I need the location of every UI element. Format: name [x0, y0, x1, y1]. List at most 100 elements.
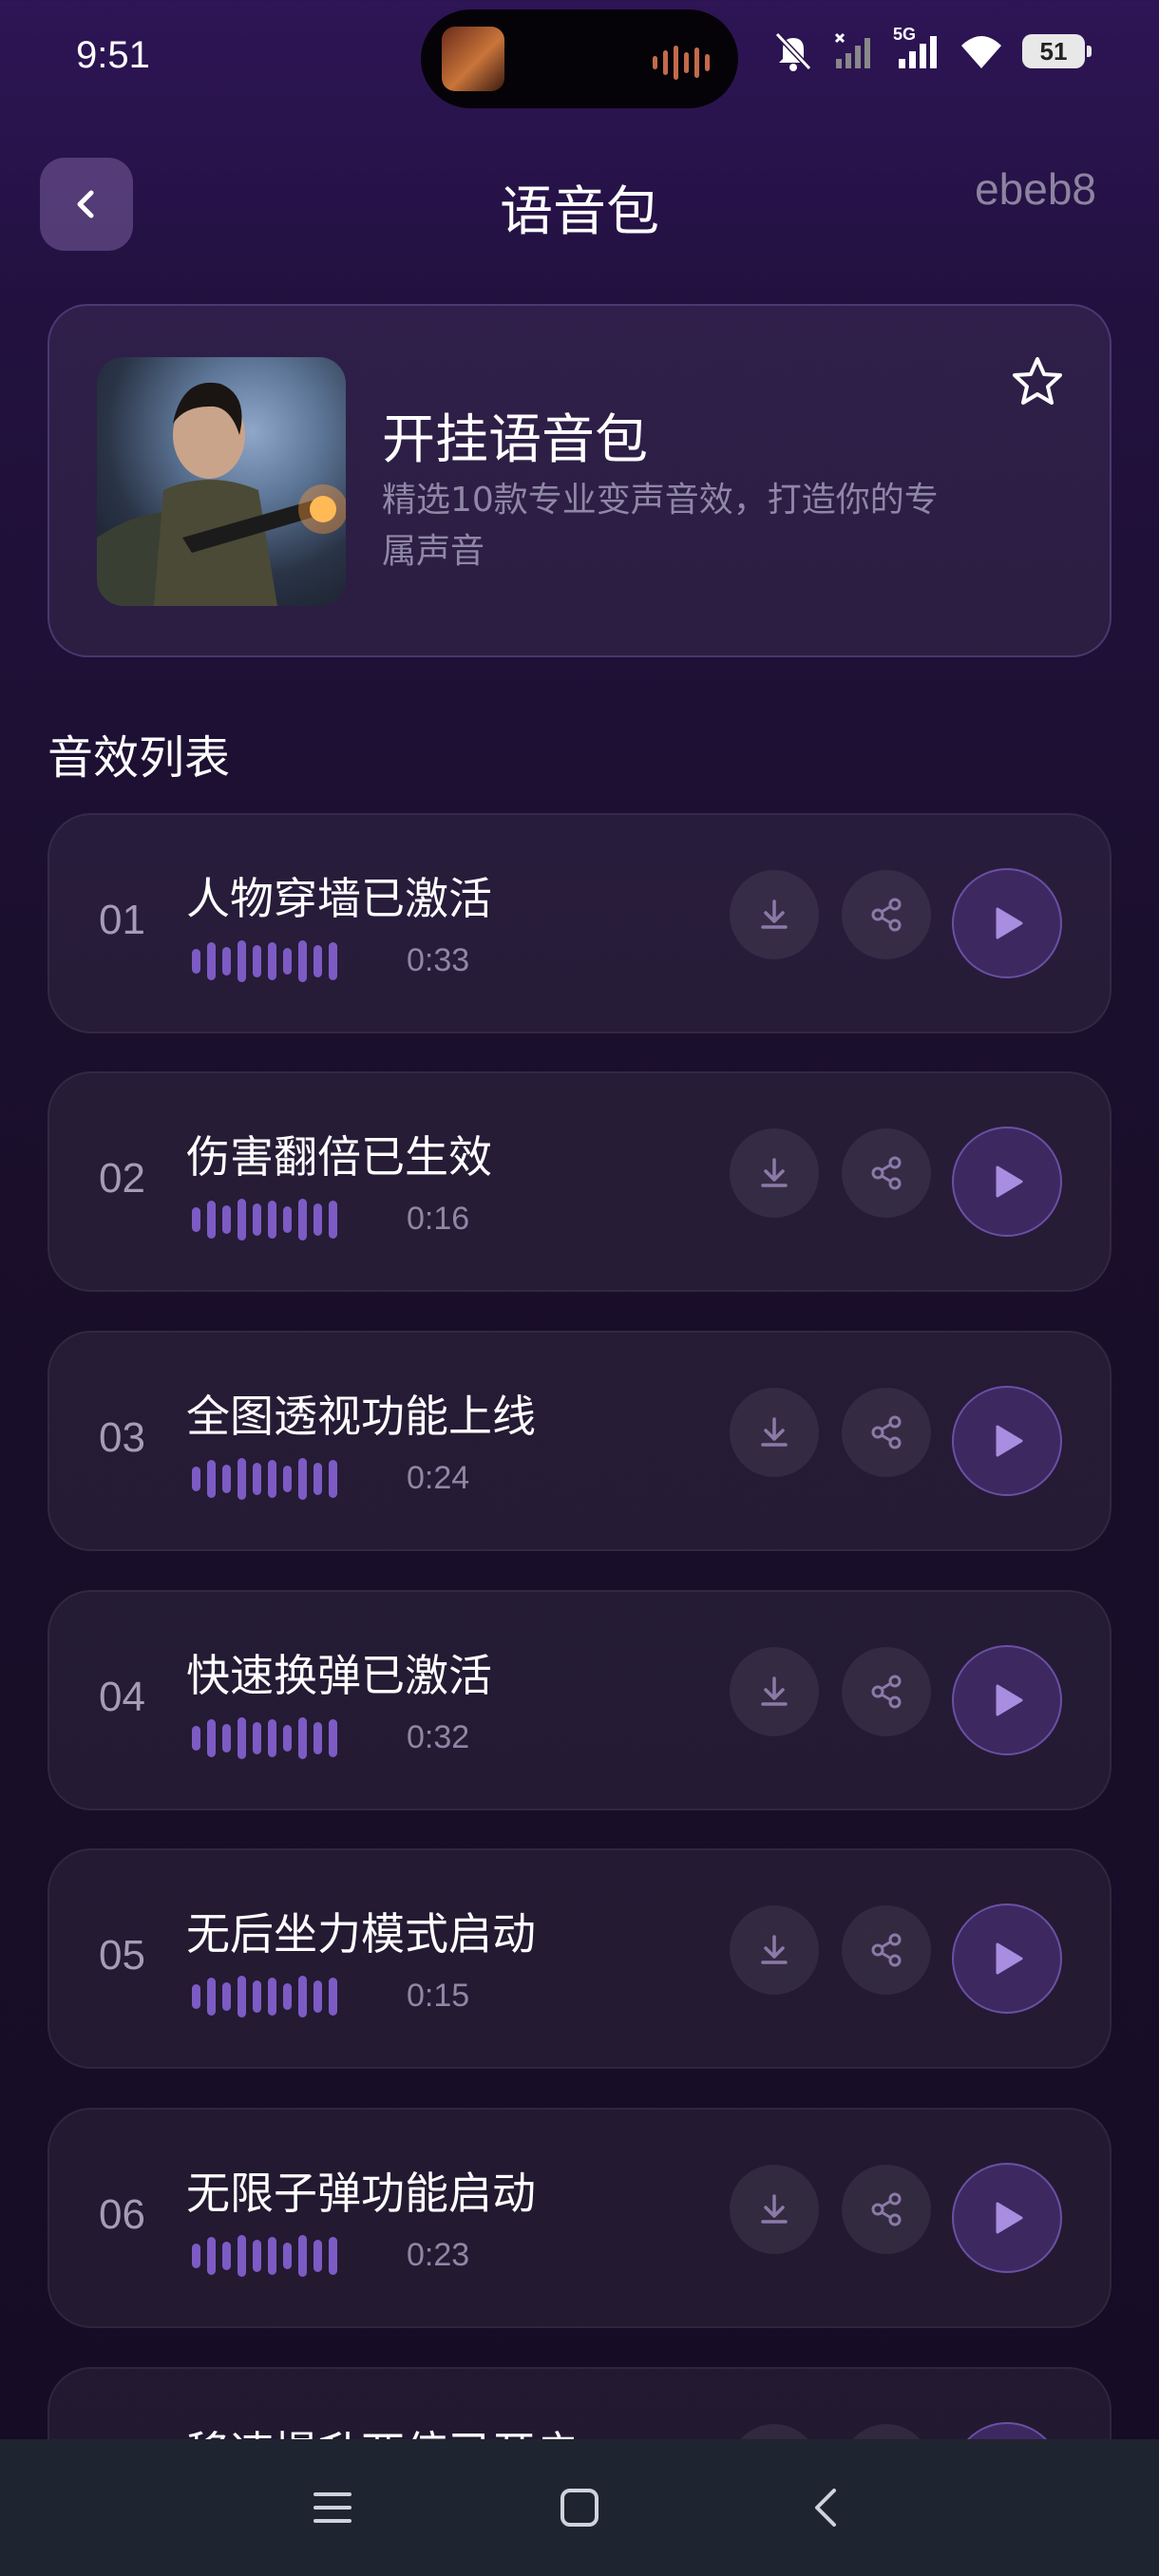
share-button[interactable] — [842, 2165, 931, 2254]
home-button[interactable] — [549, 2477, 610, 2538]
share-button[interactable] — [842, 1905, 931, 1995]
favorite-button[interactable] — [1009, 353, 1066, 410]
share-icon — [871, 1933, 902, 1967]
share-button[interactable] — [842, 1128, 931, 1218]
track-item[interactable]: 06 无限子弹功能启动 0:23 — [48, 2108, 1112, 2328]
play-button[interactable] — [952, 2163, 1062, 2273]
track-number: 03 — [99, 1414, 145, 1461]
share-icon — [871, 2192, 902, 2226]
track-duration: 0:24 — [407, 1460, 470, 1496]
waveform-bar — [268, 942, 276, 980]
menu-icon — [314, 2492, 352, 2523]
waveform-bar — [253, 1980, 261, 2013]
waveform-bar — [222, 1205, 231, 1234]
play-button[interactable] — [952, 1645, 1062, 1755]
waveform-bar — [192, 1207, 200, 1232]
track-item[interactable]: 05 无后坐力模式启动 0:15 — [48, 1848, 1112, 2069]
waveform-bar — [268, 1460, 276, 1498]
play-button[interactable] — [952, 1904, 1062, 2014]
status-bar: 9:51 5G 51 — [0, 0, 1159, 114]
dynamic-island[interactable] — [421, 9, 738, 108]
waveform-bar — [298, 1717, 307, 1759]
share-button[interactable] — [842, 870, 931, 959]
waveform-bar — [329, 2237, 337, 2275]
download-icon — [761, 900, 788, 929]
waveform-bar — [253, 1463, 261, 1495]
square-icon — [560, 2489, 598, 2527]
chevron-left-icon — [815, 2489, 836, 2527]
network-type: 5G — [893, 25, 917, 44]
download-icon — [761, 1676, 788, 1706]
waveform-bar — [283, 2243, 292, 2269]
track-item[interactable]: 02 伤害翻倍已生效 0:16 — [48, 1071, 1112, 1292]
track-duration: 0:33 — [407, 942, 470, 978]
waveform-bar — [207, 1201, 216, 1239]
list-title: 音效列表 — [48, 731, 231, 785]
waveform-bar — [283, 1725, 292, 1752]
track-duration: 0:32 — [407, 1719, 470, 1755]
play-icon — [996, 2202, 1023, 2234]
waveform-bar — [207, 2237, 216, 2275]
waveform-bar — [314, 945, 322, 977]
play-button[interactable] — [952, 868, 1062, 978]
track-title: 快速换弹已激活 — [186, 1650, 492, 1701]
pack-title: 开挂语音包 — [382, 409, 648, 471]
waveform-icon — [192, 1974, 337, 2019]
track-item[interactable]: 01 人物穿墙已激活 0:33 — [48, 813, 1112, 1033]
waveform-bar — [222, 1724, 231, 1752]
waveform-bar — [314, 1463, 322, 1495]
share-button[interactable] — [842, 1647, 931, 1736]
waveform-bar — [253, 2240, 261, 2272]
waveform-bar — [314, 1980, 322, 2013]
track-title: 无限子弹功能启动 — [186, 2168, 536, 2219]
play-icon — [996, 1425, 1023, 1457]
user-name: ebeb8 — [975, 164, 1096, 214]
nav-back-button[interactable] — [796, 2477, 857, 2538]
waveform-bar — [329, 1719, 337, 1757]
download-button[interactable] — [730, 1647, 819, 1736]
waveform-bar — [329, 1460, 337, 1498]
download-button[interactable] — [730, 1388, 819, 1477]
play-icon — [996, 1942, 1023, 1975]
waveform-bar — [192, 1984, 200, 2009]
waveform-bar — [253, 945, 261, 977]
audio-wave-icon — [653, 46, 710, 80]
system-icons: 5G 51 — [771, 25, 1092, 74]
waveform-bar — [329, 1978, 337, 2016]
download-button[interactable] — [730, 2165, 819, 2254]
track-duration: 0:15 — [407, 1978, 470, 2014]
track-duration: 0:16 — [407, 1201, 470, 1237]
mute-icon — [771, 28, 815, 74]
waveform-bar — [222, 1465, 231, 1493]
share-icon — [871, 1156, 902, 1190]
track-title: 人物穿墙已激活 — [186, 873, 492, 924]
waveform-bar — [329, 942, 337, 980]
waveform-bar — [329, 1201, 337, 1239]
download-icon — [761, 1935, 788, 1964]
waveform-bar — [207, 942, 216, 980]
track-number: 02 — [99, 1155, 145, 1202]
waveform-bar — [283, 1206, 292, 1233]
track-item[interactable]: 04 快速换弹已激活 0:32 — [48, 1590, 1112, 1810]
track-title: 无后坐力模式启动 — [186, 1908, 536, 1960]
download-icon — [761, 2194, 788, 2224]
share-button[interactable] — [842, 1388, 931, 1477]
track-item[interactable]: 03 全图透视功能上线 0:24 — [48, 1331, 1112, 1551]
play-button[interactable] — [952, 1386, 1062, 1496]
play-button[interactable] — [952, 1127, 1062, 1237]
recents-button[interactable] — [302, 2477, 363, 2538]
track-title: 伤害翻倍已生效 — [186, 1131, 492, 1183]
waveform-bar — [238, 940, 246, 982]
download-button[interactable] — [730, 870, 819, 959]
share-icon — [871, 1415, 902, 1449]
waveform-icon — [192, 1197, 337, 1242]
download-button[interactable] — [730, 1128, 819, 1218]
waveform-bar — [314, 2240, 322, 2272]
pack-cover-image — [97, 357, 346, 606]
waveform-bar — [268, 1719, 276, 1757]
download-button[interactable] — [730, 1905, 819, 1995]
waveform-bar — [283, 1983, 292, 2010]
waveform-bar — [222, 947, 231, 975]
play-icon — [996, 1165, 1023, 1198]
track-duration: 0:23 — [407, 2237, 470, 2273]
